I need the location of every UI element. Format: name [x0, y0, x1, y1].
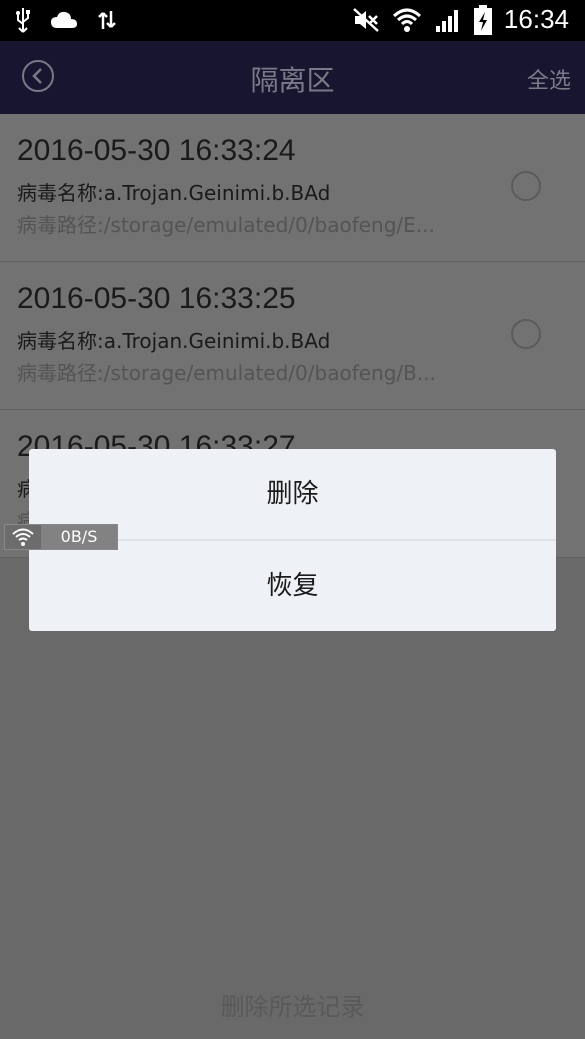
- signal-icon: [435, 9, 458, 32]
- wifi-icon: [392, 8, 421, 32]
- select-radio[interactable]: [511, 319, 541, 349]
- mute-icon: [353, 7, 379, 32]
- battery-icon: [473, 4, 492, 35]
- list-item[interactable]: 2016-05-30 16:33:25 病毒名称:a.Trojan.Geinim…: [0, 262, 585, 410]
- cloud-icon: [51, 11, 77, 28]
- page-title: 隔离区: [250, 64, 335, 97]
- select-radio[interactable]: [511, 171, 541, 201]
- status-right-icons: 16:34: [352, 4, 569, 35]
- data-transfer-icon: [98, 11, 116, 29]
- network-speed-overlay[interactable]: 0B/S: [4, 524, 118, 550]
- status-time: 16:34: [503, 4, 569, 34]
- virus-path: 病毒路径:/storage/emulated/0/baofeng/B...: [17, 361, 436, 385]
- record-time: 2016-05-30 16:33:25: [17, 282, 296, 315]
- list-item[interactable]: 2016-05-30 16:33:24 病毒名称:a.Trojan.Geinim…: [0, 114, 585, 262]
- virus-name: 病毒名称:a.Trojan.Geinimi.b.BAd: [17, 181, 331, 205]
- wifi-icon: [12, 528, 34, 546]
- virus-name: 病毒名称:a.Trojan.Geinimi.b.BAd: [17, 329, 331, 353]
- record-time: 2016-05-30 16:33:24: [17, 134, 296, 167]
- select-all-button[interactable]: 全选: [527, 63, 571, 95]
- delete-selected-button[interactable]: 删除所选记录: [0, 987, 585, 1022]
- restore-option[interactable]: 恢复: [29, 541, 556, 631]
- title-bar: 隔离区 全选: [0, 41, 585, 114]
- status-bar: 16:34: [0, 0, 585, 41]
- status-left-icons: [14, 6, 118, 34]
- usb-icon: [16, 8, 30, 33]
- virus-path: 病毒路径:/storage/emulated/0/baofeng/E...: [17, 213, 435, 237]
- speed-value: 0B/S: [41, 525, 117, 549]
